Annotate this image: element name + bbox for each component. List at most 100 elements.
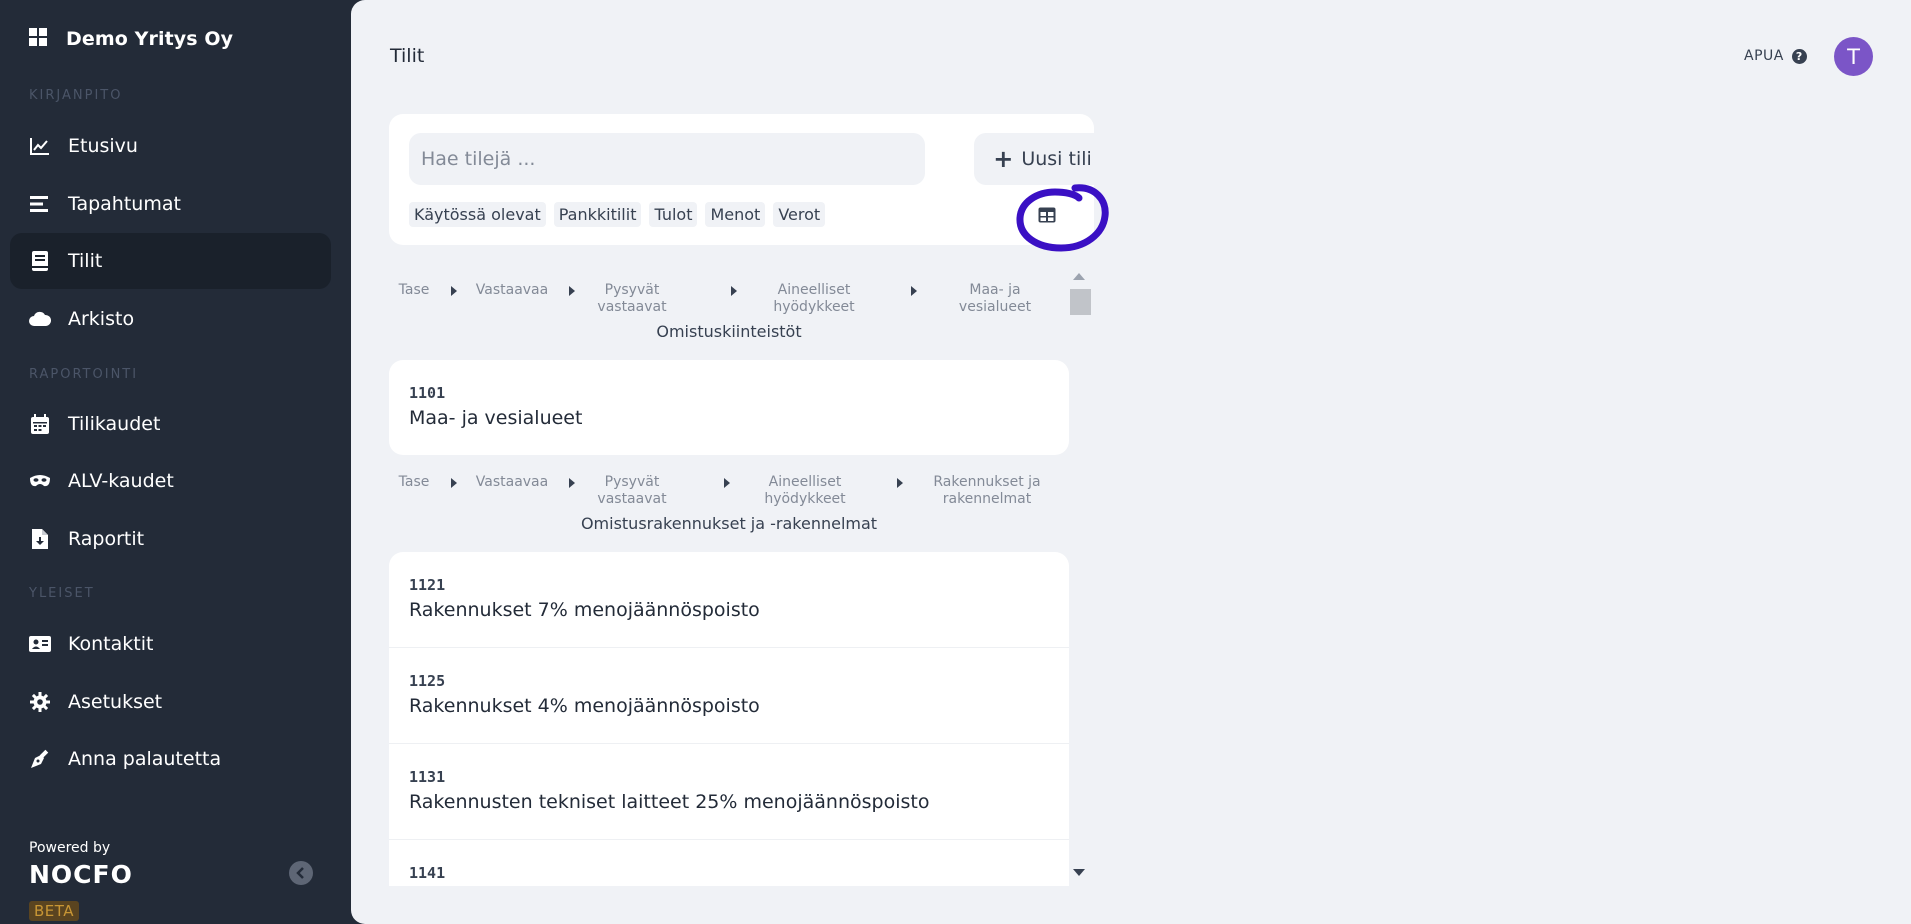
powered-by-label: Powered by bbox=[29, 840, 111, 856]
book-icon bbox=[29, 250, 51, 272]
new-account-button[interactable]: + Uusi tili bbox=[974, 133, 1111, 185]
sidebar-item-label: Etusivu bbox=[68, 135, 138, 157]
sidebar: Demo Yritys Oy KIRJANPITO Etusivu Tapaht… bbox=[0, 0, 351, 924]
search-input[interactable] bbox=[409, 133, 925, 185]
help-label: APUA bbox=[1744, 48, 1784, 64]
caret-right-icon bbox=[731, 286, 737, 296]
question-icon: ? bbox=[1791, 48, 1807, 64]
account-row[interactable]: 1125 Rakennukset 4% menojäännöspoisto bbox=[389, 648, 1069, 744]
sidebar-item-label: Raportit bbox=[68, 528, 145, 550]
collapse-sidebar-button[interactable] bbox=[289, 861, 313, 885]
breadcrumb-item: Tase bbox=[398, 474, 430, 490]
sidebar-item-arkisto[interactable]: Arkisto bbox=[10, 291, 331, 347]
sidebar-item-tilit[interactable]: Tilit bbox=[10, 233, 331, 289]
list-scrollbar[interactable] bbox=[1069, 270, 1093, 886]
account-name: Rakennukset 4% menojäännöspoisto bbox=[409, 695, 760, 717]
pen-nib-icon bbox=[29, 748, 51, 770]
breadcrumb-item: Tase bbox=[398, 282, 430, 298]
account-list[interactable]: Tase Vastaavaa Pysyvät vastaavat Aineell… bbox=[389, 270, 1091, 886]
account-row[interactable]: 1141 bbox=[389, 840, 1069, 886]
account-row[interactable]: 1131 Rakennusten tekniset laitteet 25% m… bbox=[389, 744, 1069, 840]
account-number: 1141 bbox=[409, 864, 446, 882]
sidebar-item-kontaktit[interactable]: Kontaktit bbox=[10, 616, 331, 672]
section-label-yleiset: YLEISET bbox=[29, 586, 95, 601]
plus-icon: + bbox=[993, 145, 1014, 173]
account-number: 1125 bbox=[409, 672, 446, 690]
account-name: Maa- ja vesialueet bbox=[409, 407, 583, 429]
scroll-up-arrow-icon[interactable] bbox=[1073, 273, 1085, 280]
nocfo-logo: NOCFO bbox=[29, 860, 133, 889]
company-switcher[interactable]: Demo Yritys Oy bbox=[29, 28, 233, 50]
sidebar-item-label: Arkisto bbox=[68, 308, 135, 330]
sidebar-item-label: Kontaktit bbox=[68, 633, 154, 655]
filter-chip-taxes[interactable]: Verot bbox=[773, 202, 826, 227]
scrollbar-thumb[interactable] bbox=[1070, 289, 1091, 315]
sidebar-item-tilikaudet[interactable]: Tilikaudet bbox=[10, 396, 331, 452]
account-number: 1121 bbox=[409, 576, 446, 594]
company-name: Demo Yritys Oy bbox=[66, 28, 234, 50]
caret-right-icon bbox=[911, 286, 917, 296]
sidebar-item-label: Anna palautetta bbox=[68, 748, 222, 770]
id-card-icon bbox=[29, 633, 51, 655]
account-name: Rakennusten tekniset laitteet 25% menojä… bbox=[409, 791, 930, 813]
group-title: Omistuskiinteistöt bbox=[656, 322, 802, 341]
sidebar-item-tapahtumat[interactable]: Tapahtumat bbox=[10, 176, 331, 232]
sidebar-item-label: Tapahtumat bbox=[68, 193, 181, 215]
sidebar-item-anna-palautetta[interactable]: Anna palautetta bbox=[10, 731, 331, 787]
section-label-raportointi: RAPORTOINTI bbox=[29, 367, 139, 382]
avatar[interactable]: T bbox=[1834, 37, 1873, 76]
grid-icon bbox=[29, 28, 47, 50]
new-account-label: Uusi tili bbox=[1021, 148, 1092, 170]
breadcrumb-item: Pysyvät vastaavat bbox=[597, 282, 667, 315]
scroll-down-arrow-icon[interactable] bbox=[1073, 869, 1085, 876]
page-title: Tilit bbox=[390, 45, 425, 67]
section-label-kirjanpito: KIRJANPITO bbox=[29, 88, 123, 103]
filter-chip-bank-accounts[interactable]: Pankkitilit bbox=[553, 202, 642, 227]
annotation-circle bbox=[1016, 184, 1109, 252]
filter-chip-in-use[interactable]: Käytössä olevat bbox=[409, 202, 546, 227]
breadcrumb-item: Pysyvät vastaavat bbox=[597, 474, 667, 507]
filter-chip-expenses[interactable]: Menot bbox=[705, 202, 766, 227]
caret-right-icon bbox=[724, 478, 730, 488]
help-button[interactable]: APUA ? bbox=[1744, 48, 1807, 64]
breadcrumb-item: Maa- ja vesialueet bbox=[958, 282, 1032, 315]
gear-icon bbox=[29, 691, 51, 713]
account-name: Rakennukset 7% menojäännöspoisto bbox=[409, 599, 760, 621]
account-row[interactable]: 1101 Maa- ja vesialueet bbox=[389, 360, 1069, 455]
breadcrumb-item: Aineelliset hyödykkeet bbox=[773, 282, 855, 315]
sidebar-item-label: Asetukset bbox=[68, 691, 163, 713]
file-download-icon bbox=[29, 528, 51, 550]
caret-right-icon bbox=[451, 478, 457, 488]
account-number: 1101 bbox=[409, 384, 446, 402]
breadcrumb-item: Vastaavaa bbox=[475, 474, 549, 490]
mask-icon bbox=[29, 470, 51, 492]
sidebar-item-raportit[interactable]: Raportit bbox=[10, 511, 331, 567]
sidebar-item-label: Tilikaudet bbox=[68, 413, 161, 435]
account-group-card: 1121 Rakennukset 7% menojäännöspoisto 11… bbox=[389, 552, 1069, 886]
caret-right-icon bbox=[451, 286, 457, 296]
search-card: + Uusi tili Käytössä olevat Pankkitilit … bbox=[389, 114, 1111, 245]
sidebar-item-alv-kaudet[interactable]: ALV-kaudet bbox=[10, 453, 331, 509]
chart-line-icon bbox=[29, 135, 51, 157]
account-number: 1131 bbox=[409, 768, 446, 786]
account-group-card: 1101 Maa- ja vesialueet bbox=[389, 360, 1069, 455]
breadcrumb-item: Vastaavaa bbox=[475, 282, 549, 298]
group-title: Omistusrakennukset ja -rakennelmat bbox=[580, 514, 878, 533]
caret-right-icon bbox=[897, 478, 903, 488]
list-icon bbox=[29, 193, 51, 215]
sidebar-item-asetukset[interactable]: Asetukset bbox=[10, 674, 331, 730]
account-row[interactable]: 1121 Rakennukset 7% menojäännöspoisto bbox=[389, 552, 1069, 648]
beta-badge: BETA bbox=[29, 901, 80, 921]
cloud-icon bbox=[29, 308, 51, 330]
breadcrumb-item: Rakennukset ja rakennelmat bbox=[933, 474, 1041, 507]
calendar-icon bbox=[29, 413, 51, 435]
sidebar-item-etusivu[interactable]: Etusivu bbox=[10, 118, 331, 174]
chevron-left-icon bbox=[295, 864, 307, 883]
filter-chip-income[interactable]: Tulot bbox=[649, 202, 698, 227]
caret-right-icon bbox=[569, 286, 575, 296]
caret-right-icon bbox=[569, 478, 575, 488]
main-content: Tilit APUA ? T + Uusi tili Käytössä olev… bbox=[351, 0, 1911, 924]
breadcrumb-item: Aineelliset hyödykkeet bbox=[764, 474, 846, 507]
sidebar-item-label: Tilit bbox=[68, 250, 103, 272]
sidebar-item-label: ALV-kaudet bbox=[68, 470, 174, 492]
